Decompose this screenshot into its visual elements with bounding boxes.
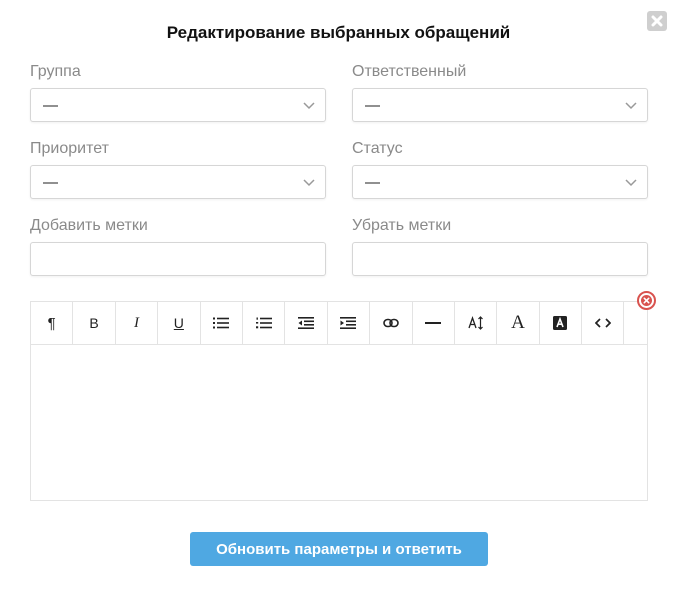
link-button[interactable] — [370, 302, 413, 344]
group-select[interactable]: — — [30, 88, 326, 122]
remove-circle-icon[interactable] — [636, 290, 657, 311]
responsible-select-value: — — [365, 96, 380, 114]
editor-content-area[interactable] — [31, 345, 647, 501]
status-select-value: — — [365, 173, 380, 191]
indent-icon — [340, 317, 357, 329]
add-tags-input[interactable] — [30, 242, 326, 276]
underline-icon: U — [173, 315, 184, 331]
chevron-down-icon — [303, 102, 315, 110]
editor-toolbar: ¶ B I U A — [31, 302, 647, 345]
rich-text-editor: ¶ B I U A — [30, 301, 648, 501]
responsible-select[interactable]: — — [352, 88, 648, 122]
group-select-value: — — [43, 96, 58, 114]
priority-label: Приоритет — [30, 140, 109, 157]
indent-button[interactable] — [328, 302, 371, 344]
responsible-label: Ответственный — [352, 63, 467, 80]
outdent-button[interactable] — [285, 302, 328, 344]
update-and-reply-button[interactable]: Обновить параметры и ответить — [190, 532, 488, 566]
horizontal-rule-icon — [425, 322, 442, 324]
font-size-button[interactable] — [455, 302, 498, 344]
priority-select-value: — — [43, 173, 58, 191]
unordered-list-button[interactable] — [201, 302, 243, 344]
group-label: Группа — [30, 63, 81, 80]
outdent-icon — [298, 317, 315, 329]
chevron-down-icon — [625, 179, 637, 187]
add-tags-label: Добавить метки — [30, 217, 148, 234]
unordered-list-icon — [213, 317, 230, 329]
font-color-button[interactable] — [540, 302, 583, 344]
underline-button[interactable]: U — [158, 302, 201, 344]
status-label: Статус — [352, 140, 403, 157]
font-color-icon — [553, 316, 568, 330]
paragraph-icon: ¶ — [47, 314, 56, 332]
italic-icon: I — [133, 314, 139, 331]
font-size-icon — [467, 316, 483, 330]
remove-tags-label: Убрать метки — [352, 217, 452, 234]
ordered-list-button[interactable] — [243, 302, 286, 344]
chevron-down-icon — [303, 179, 315, 187]
paragraph-button[interactable]: ¶ — [31, 302, 74, 344]
code-view-button[interactable] — [582, 302, 625, 344]
code-view-icon — [594, 318, 611, 328]
link-icon — [383, 318, 399, 328]
ordered-list-icon — [255, 317, 272, 329]
status-select[interactable]: — — [352, 165, 648, 199]
bold-button[interactable]: B — [73, 302, 116, 344]
bold-icon: B — [89, 315, 99, 331]
font-family-icon: A — [511, 312, 525, 333]
chevron-down-icon — [625, 102, 637, 110]
priority-select[interactable]: — — [30, 165, 326, 199]
remove-tags-input[interactable] — [352, 242, 648, 276]
dialog-title: Редактирование выбранных обращений — [166, 23, 511, 42]
font-family-button[interactable]: A — [497, 302, 540, 344]
italic-button[interactable]: I — [116, 302, 159, 344]
horizontal-rule-button[interactable] — [413, 302, 455, 344]
